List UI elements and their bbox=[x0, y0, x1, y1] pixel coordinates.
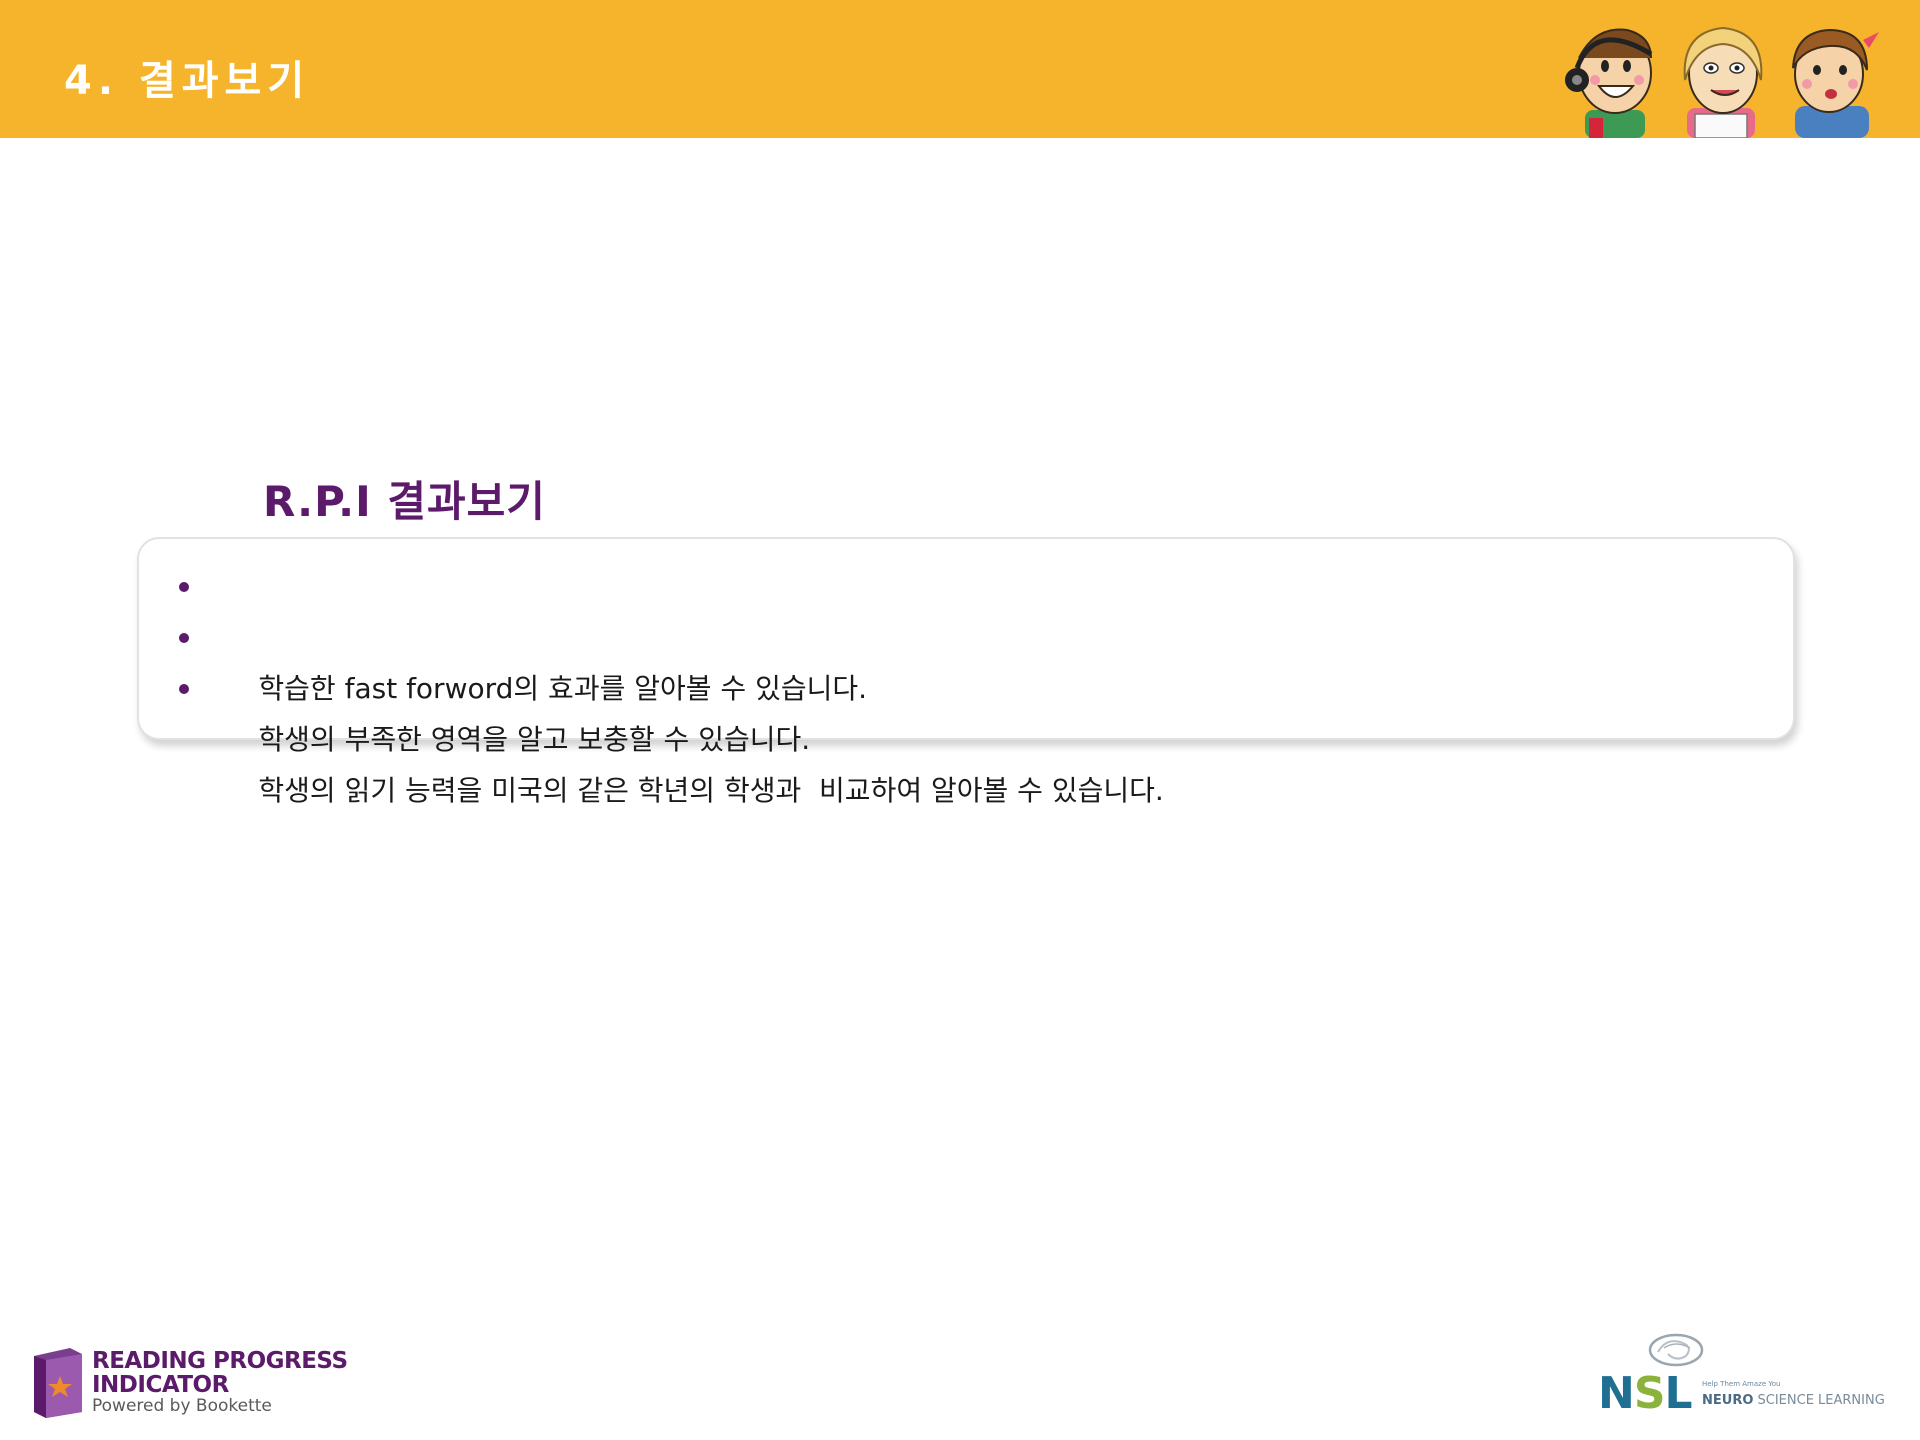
nsl-name: NEURO SCIENCE LEARNING bbox=[1702, 1393, 1885, 1408]
list-item: 학습한 fast forword의 효과를 알아볼 수 있습니다. bbox=[177, 561, 1793, 705]
brain-swirl-icon bbox=[1648, 1333, 1704, 1367]
header-bar: 4. 결과보기 bbox=[0, 0, 1920, 138]
nsl-logo: NSL Help Them Amaze You NEURO SCIENCE LE… bbox=[1598, 1330, 1898, 1420]
book-icon bbox=[34, 1348, 82, 1418]
rpi-logo-line2: INDICATOR bbox=[92, 1372, 229, 1398]
rpi-logo-line1: READING PROGRESS bbox=[92, 1348, 348, 1374]
nsl-tagline: Help Them Amaze You bbox=[1702, 1380, 1781, 1388]
nsl-name-bold: NEURO bbox=[1702, 1393, 1754, 1408]
info-box: 학습한 fast forword의 효과를 알아볼 수 있습니다. 학생의 부족… bbox=[137, 537, 1795, 807]
bullet-text: 학생의 부족한 영역을 알고 보충할 수 있습니다. bbox=[258, 723, 811, 756]
bullet-icon bbox=[179, 684, 189, 694]
nsl-letter-l: L bbox=[1664, 1368, 1693, 1419]
section-title: R.P.I 결과보기 bbox=[263, 477, 546, 526]
nsl-letter-n: N bbox=[1598, 1368, 1635, 1419]
page-title: 4. 결과보기 bbox=[64, 58, 311, 104]
kid-with-headphones bbox=[1565, 28, 1653, 138]
bullet-list: 학습한 fast forword의 효과를 알아볼 수 있습니다. 학생의 부족… bbox=[139, 539, 1793, 807]
list-item: 학생의 읽기 능력을 미국의 같은 학년의 학생과 비교하여 알아볼 수 있습니… bbox=[177, 663, 1793, 807]
bullet-text: 학생의 읽기 능력을 미국의 같은 학년의 학생과 비교하여 알아볼 수 있습니… bbox=[258, 774, 1164, 807]
nsl-letters: NSL bbox=[1598, 1368, 1693, 1419]
rpi-logo-line3: Powered by Bookette bbox=[92, 1396, 272, 1416]
nsl-name-rest: SCIENCE LEARNING bbox=[1753, 1393, 1885, 1408]
kids-illustration bbox=[1565, 26, 1879, 138]
bullet-icon bbox=[179, 582, 189, 592]
bullet-icon bbox=[179, 633, 189, 643]
kid-brown-hair bbox=[1792, 28, 1879, 138]
rpi-logo: READING PROGRESS INDICATOR Powered by Bo… bbox=[30, 1338, 350, 1418]
kid-blonde bbox=[1683, 26, 1763, 138]
nsl-letter-s: S bbox=[1633, 1368, 1666, 1419]
list-item: 학생의 부족한 영역을 알고 보충할 수 있습니다. bbox=[177, 612, 1793, 756]
